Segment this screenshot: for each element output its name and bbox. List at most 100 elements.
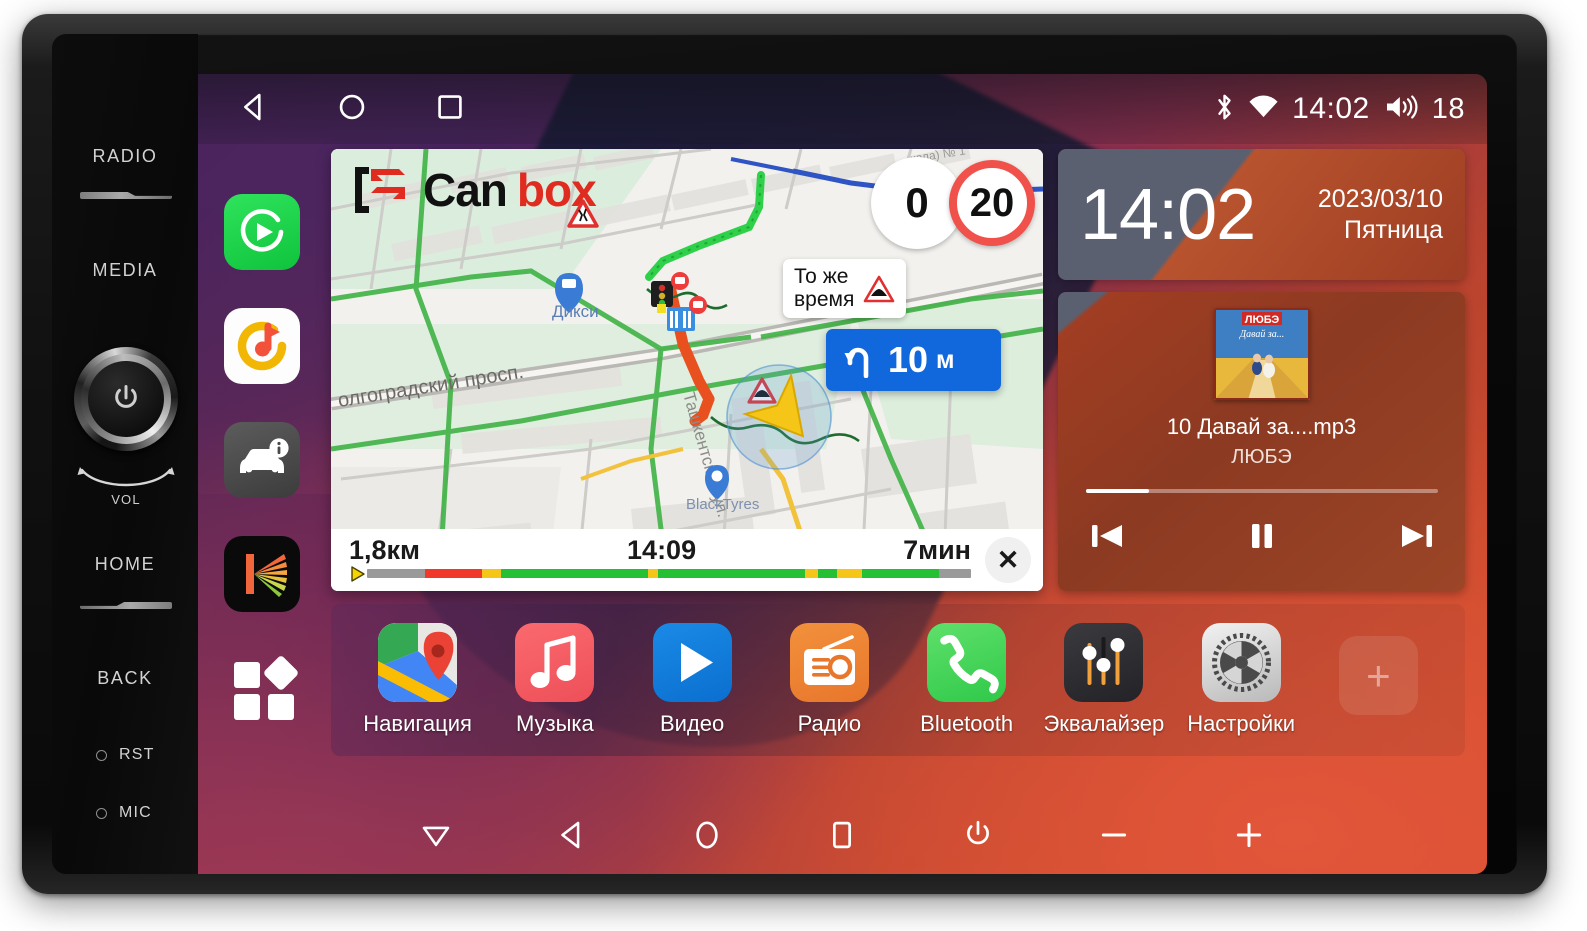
clock-weekday: Пятница (1344, 215, 1443, 244)
dock-item-settings[interactable]: Настройки (1173, 623, 1310, 737)
hw-button-radio[interactable]: RADIO (52, 146, 198, 167)
gear-icon (1201, 623, 1281, 702)
speed-limit-sign: 20 (949, 160, 1035, 246)
playback-progress-track[interactable] (1085, 489, 1438, 493)
u-turn-left-icon (844, 347, 869, 378)
clock-widget[interactable]: 14:02 2023/03/10 Пятница (1058, 149, 1465, 280)
rst-led-icon (96, 749, 107, 761)
sysbar-recents-square-icon[interactable] (815, 808, 869, 862)
led-rst[interactable]: RST (96, 746, 155, 764)
knob-face[interactable] (88, 361, 164, 437)
carplay-play-icon (240, 209, 284, 252)
dock-item-bluetooth[interactable]: Bluetooth (898, 623, 1035, 737)
route-traffic-track[interactable] (351, 565, 971, 582)
dock-item-video[interactable]: Видео (624, 623, 761, 737)
track-title: 10 Давай за....mp3 (1166, 414, 1357, 439)
status-bar-nav (238, 91, 466, 128)
recents-square-icon[interactable] (434, 91, 466, 128)
dock-item-radio[interactable]: Радио (761, 623, 898, 737)
traffic-segment (657, 569, 805, 578)
svg-text:Давай за...: Давай за... (1238, 329, 1284, 340)
rst-label: RST (119, 746, 155, 763)
hw-button-back[interactable]: BACK (52, 668, 198, 689)
mic-label: MIC (119, 804, 152, 821)
traffic-segment (862, 569, 939, 578)
canbox-logo-text-1: Can (423, 164, 508, 216)
route-stats: 1,8км 14:09 7мин (331, 529, 985, 591)
bluetooth-icon (1214, 92, 1235, 127)
maneuver-card[interactable]: 10 м (826, 329, 1001, 391)
hw-button-home[interactable]: HOME (52, 554, 198, 575)
touchscreen[interactable]: 14:02 18 олгоградский просп. Ташкентская… (198, 74, 1487, 874)
equalizer-icon (1064, 623, 1144, 702)
play-icon (652, 623, 732, 702)
navigation-map-widget[interactable]: олгоградский просп. Ташкентская ул. кола… (331, 149, 1043, 591)
bump-warning-icon (864, 275, 895, 302)
album-art[interactable]: ЛЮБЭ Давай за... (1213, 308, 1310, 400)
sysbar-minus-icon[interactable] (1087, 808, 1141, 862)
maneuver-unit: м (936, 345, 955, 374)
track-artist: ЛЮБЭ (1231, 446, 1292, 468)
close-route-button[interactable]: ✕ (985, 537, 1031, 583)
sysbar-back-triangle-icon[interactable] (544, 808, 598, 862)
system-navigation-bar (198, 796, 1487, 874)
route-arrival: 14:09 (627, 535, 697, 565)
dock-label-video: Видео (659, 711, 725, 736)
dock-label-settings: Настройки (1187, 711, 1296, 736)
skip-previous-icon[interactable] (1086, 515, 1128, 557)
dock-item-equalizer[interactable]: Эквалайзер (1035, 623, 1172, 737)
dock-label-music: Музыка (515, 711, 594, 736)
traffic-segment (482, 569, 502, 578)
canbox-logo-text-2: box (516, 164, 597, 216)
back-triangle-icon[interactable] (238, 91, 270, 128)
app-rail (216, 194, 308, 726)
rail-item-car-info[interactable] (224, 422, 300, 498)
status-bar-clock: 14:02 (1292, 92, 1370, 125)
music-widget[interactable]: ЛЮБЭ Давай за... 10 Давай за....mp3 ЛЮБЭ (1058, 292, 1465, 591)
app-dock: Навигация Музыка Видео Радио Bluetooth Э… (331, 604, 1465, 756)
traffic-segments (367, 569, 971, 578)
pause-icon[interactable] (1241, 515, 1283, 557)
apps-grid-icon (234, 656, 298, 720)
volume-icon[interactable] (1383, 93, 1419, 126)
route-info-bar: 1,8км 14:09 7мин ✕ (331, 529, 1043, 591)
dock-item-navigation[interactable]: Навигация (349, 623, 486, 737)
clock-date-block: 2023/03/10 Пятница (1318, 184, 1443, 245)
sysbar-plus-icon[interactable] (1222, 808, 1276, 862)
dock-item-add[interactable]: + (1310, 636, 1447, 724)
power-volume-knob[interactable] (74, 347, 178, 451)
traffic-segment (424, 569, 463, 578)
sysbar-power-icon[interactable] (951, 808, 1005, 862)
hardware-button-panel: RADIO MEDIA VOL HOME BACK RST MIC (52, 34, 198, 874)
svg-text:BlackTyres: BlackTyres (686, 496, 759, 513)
hw-button-media[interactable]: MEDIA (52, 260, 198, 281)
google-maps-icon (378, 623, 458, 702)
dock-item-music[interactable]: Музыка (486, 623, 623, 737)
same-time-bubble[interactable]: То же время (783, 259, 907, 319)
same-time-line1: То же (794, 265, 849, 288)
home-circle-icon[interactable] (336, 91, 368, 128)
rail-item-kaspersky[interactable] (224, 536, 300, 612)
led-mic[interactable]: MIC (96, 804, 152, 822)
sysbar-home-circle-icon[interactable] (680, 808, 734, 862)
rail-item-yandex-music[interactable] (224, 308, 300, 384)
plus-icon: + (1338, 636, 1418, 715)
traffic-segment (817, 569, 837, 578)
dock-label-radio: Радио (797, 711, 862, 736)
mic-led-icon (96, 807, 107, 819)
rail-item-carplay[interactable] (224, 194, 300, 270)
status-bar: 14:02 18 (198, 74, 1487, 144)
hw-slot-home-back[interactable] (80, 602, 172, 609)
traffic-segment (462, 569, 483, 578)
hw-slot-radio-media[interactable] (80, 192, 172, 199)
wifi-icon (1248, 95, 1279, 124)
rail-item-all-apps[interactable] (224, 650, 300, 726)
route-start-arrow-icon (351, 565, 365, 582)
down-triangle-icon[interactable] (409, 808, 463, 862)
traffic-segment (804, 569, 818, 578)
traffic-segment (501, 569, 649, 578)
album-cover-image: ЛЮБЭ Давай за... (1213, 308, 1310, 400)
k-burst-icon (246, 554, 287, 597)
skip-next-icon[interactable] (1396, 515, 1438, 557)
route-distance: 1,8км (349, 535, 421, 565)
